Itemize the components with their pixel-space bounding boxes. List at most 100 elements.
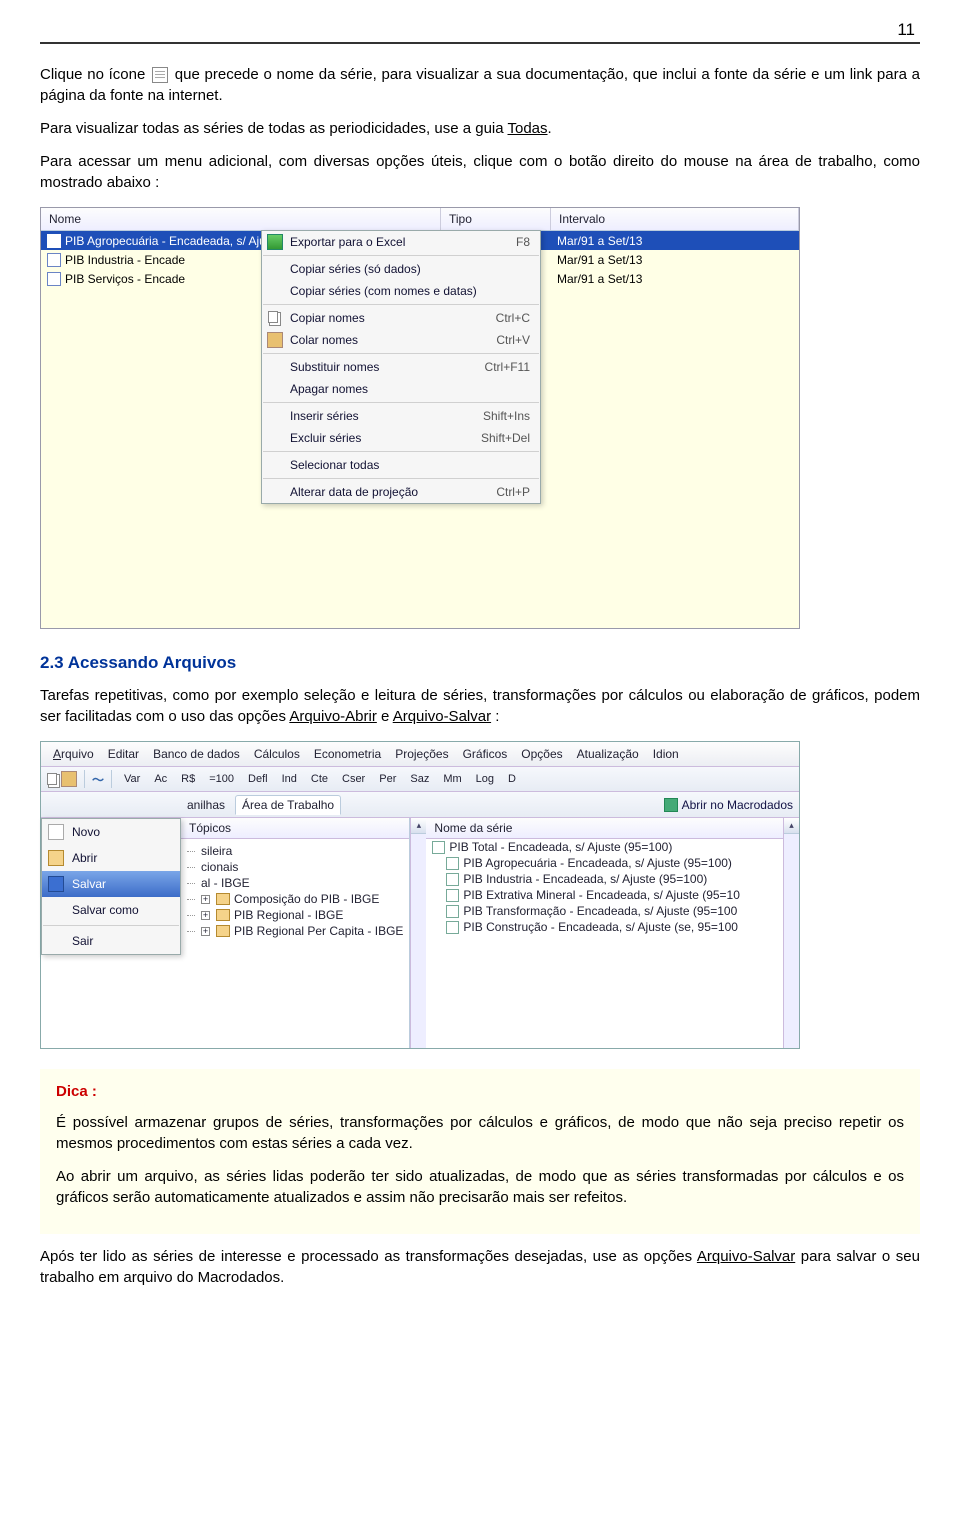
right-header[interactable]: Nome da série — [426, 818, 783, 839]
tool-saz[interactable]: Saz — [405, 771, 434, 787]
save-icon — [48, 876, 64, 892]
file-salvar-como[interactable]: Salvar como — [42, 897, 180, 923]
menu-copy-names[interactable]: Copiar nomesCtrl+C — [262, 307, 540, 329]
menu-label: Salvar como — [72, 903, 139, 917]
menu-editar[interactable]: Editar — [102, 745, 145, 763]
scroll-up-icon[interactable]: ▴ — [411, 818, 426, 834]
menu-exclude-series[interactable]: Excluir sériesShift+Del — [262, 427, 540, 449]
col-nome[interactable]: Nome — [41, 208, 441, 230]
menu-change-proj-date[interactable]: Alterar data de projeçãoCtrl+P — [262, 481, 540, 503]
copy-icon[interactable] — [47, 773, 57, 785]
menu-paste-names[interactable]: Colar nomesCtrl+V — [262, 329, 540, 351]
tree-item[interactable]: +PIB Regional - IBGE — [187, 907, 403, 923]
list-item[interactable]: PIB Total - Encadeada, s/ Ajuste (95=100… — [426, 839, 783, 855]
toolbar-2: anilhas Área de Trabalho Abrir no Macrod… — [41, 792, 799, 818]
scrollbar[interactable]: ▴ — [783, 818, 799, 1048]
tool-rs[interactable]: R$ — [176, 771, 200, 787]
tool-ac[interactable]: Ac — [149, 771, 172, 787]
separator — [43, 925, 179, 926]
menu-banco[interactable]: Banco de dados — [147, 745, 246, 763]
cell: PIB Industria - Encade — [65, 253, 185, 267]
list-item[interactable]: PIB Industria - Encadeada, s/ Ajuste (95… — [426, 871, 783, 887]
menu-label: Salvar — [72, 877, 106, 891]
label: PIB Regional Per Capita - IBGE — [234, 924, 403, 938]
menu-opcoes[interactable]: Opções — [515, 745, 568, 763]
tool-log[interactable]: Log — [471, 771, 499, 787]
tree-item[interactable]: al - IBGE — [187, 875, 403, 891]
divider — [40, 42, 920, 44]
menu-label: Abrir — [72, 851, 97, 865]
series-list[interactable]: PIB Total - Encadeada, s/ Ajuste (95=100… — [426, 839, 783, 1048]
menu-atualizacao[interactable]: Atualização — [571, 745, 645, 763]
file-menu: Novo Abrir Salvar Salvar como Sair — [41, 818, 181, 955]
paragraph-3: Para acessar um menu adicional, com dive… — [40, 151, 920, 193]
menu-copy-series-data[interactable]: Copiar séries (só dados) — [262, 258, 540, 280]
topic-tree[interactable]: sileira cionais al - IBGE +Composição do… — [181, 839, 409, 1048]
cell: PIB Serviços - Encade — [65, 272, 185, 286]
tool-cte[interactable]: Cte — [306, 771, 333, 787]
file-sair[interactable]: Sair — [42, 928, 180, 954]
text: : — [491, 708, 499, 725]
menu-label: Novo — [72, 825, 100, 839]
tool-defl[interactable]: Defl — [243, 771, 273, 787]
abrir-macrodados-link[interactable]: Abrir no Macrodados — [664, 798, 793, 812]
tool-mm[interactable]: Mm — [438, 771, 466, 787]
col-tipo[interactable]: Tipo — [441, 208, 551, 230]
paragraph-2: Para visualizar todas as séries de todas… — [40, 118, 920, 139]
tree-item[interactable]: sileira — [187, 843, 403, 859]
menu-idioma[interactable]: Idion — [647, 745, 685, 763]
document-icon — [446, 889, 459, 902]
menu-projecoes[interactable]: Projeções — [389, 745, 454, 763]
menu-arquivo[interactable]: Arquivo — [47, 745, 100, 763]
expand-icon[interactable]: + — [201, 911, 210, 920]
paste-icon[interactable] — [61, 771, 77, 787]
separator — [263, 402, 539, 403]
tip-paragraph-2: Ao abrir um arquivo, as séries lidas pod… — [56, 1166, 904, 1208]
document-icon — [152, 67, 168, 83]
tree-item[interactable]: cionais — [187, 859, 403, 875]
scrollbar[interactable]: ▴ — [410, 818, 426, 1048]
list-item[interactable]: PIB Extrativa Mineral - Encadeada, s/ Aj… — [426, 887, 783, 903]
menu-label: Selecionar todas — [290, 458, 379, 472]
link-todas: Todas — [508, 120, 548, 137]
tool-ind[interactable]: Ind — [277, 771, 302, 787]
file-salvar[interactable]: Salvar — [42, 871, 180, 897]
cell: Mar/91 a Set/13 — [551, 231, 799, 250]
tree-item[interactable]: +Composição do PIB - IBGE — [187, 891, 403, 907]
menu-copy-series-names[interactable]: Copiar séries (com nomes e datas) — [262, 280, 540, 302]
menu-export-excel[interactable]: Exportar para o ExcelF8 — [262, 231, 540, 253]
menu-insert-series[interactable]: Inserir sériesShift+Ins — [262, 405, 540, 427]
menu-replace-names[interactable]: Substituir nomesCtrl+F11 — [262, 356, 540, 378]
shortcut: Ctrl+P — [496, 485, 530, 499]
document-icon — [446, 857, 459, 870]
screenshot-context-menu: Nome Tipo Intervalo PIB Agropecuária - E… — [40, 207, 800, 629]
chart-icon[interactable]: 〜 — [92, 771, 104, 788]
tool-d[interactable]: D — [503, 771, 521, 787]
tool-per[interactable]: Per — [374, 771, 401, 787]
tab-area-trabalho[interactable]: Área de Trabalho — [235, 795, 341, 815]
list-item[interactable]: PIB Transformação - Encadeada, s/ Ajuste… — [426, 903, 783, 919]
page-number: 11 — [40, 20, 920, 40]
menu-label: Copiar séries (só dados) — [290, 262, 421, 276]
menu-calculos[interactable]: Cálculos — [248, 745, 306, 763]
separator — [263, 451, 539, 452]
menu-delete-names[interactable]: Apagar nomes — [262, 378, 540, 400]
file-abrir[interactable]: Abrir — [42, 845, 180, 871]
list-item[interactable]: PIB Agropecuária - Encadeada, s/ Ajuste … — [426, 855, 783, 871]
expand-icon[interactable]: + — [201, 927, 210, 936]
expand-icon[interactable]: + — [201, 895, 210, 904]
tool-100[interactable]: =100 — [204, 771, 239, 787]
text: . — [548, 120, 552, 137]
list-item[interactable]: PIB Construção - Encadeada, s/ Ajuste (s… — [426, 919, 783, 935]
tree-item[interactable]: + PIB Regional Per Capita - IBGE — [187, 923, 403, 939]
tab-planilhas[interactable]: anilhas — [181, 796, 231, 814]
scroll-up-icon[interactable]: ▴ — [784, 818, 799, 834]
menu-econometria[interactable]: Econometria — [308, 745, 387, 763]
tool-cser[interactable]: Cser — [337, 771, 370, 787]
menu-select-all[interactable]: Selecionar todas — [262, 454, 540, 476]
tool-var[interactable]: Var — [119, 771, 145, 787]
separator — [263, 304, 539, 305]
menu-graficos[interactable]: Gráficos — [457, 745, 514, 763]
file-novo[interactable]: Novo — [42, 819, 180, 845]
col-intervalo[interactable]: Intervalo — [551, 208, 799, 230]
